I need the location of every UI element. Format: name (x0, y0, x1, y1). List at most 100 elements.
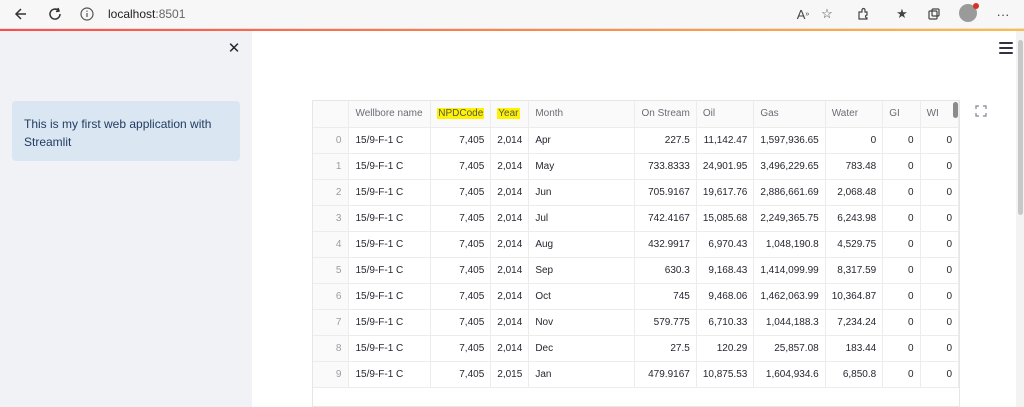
table-cell[interactable]: 630.3 (634, 257, 697, 284)
table-cell[interactable]: 2,249,365.75 (753, 205, 826, 232)
table-cell[interactable]: 7,405 (430, 153, 492, 180)
table-cell[interactable]: Jun (528, 179, 636, 206)
table-row[interactable]: 4 15/9-F-1 C 7,405 2,014 Aug 432.9917 6,970.43… (313, 231, 959, 258)
table-cell[interactable]: 1,597,936.65 (753, 127, 826, 154)
collections-icon[interactable] (924, 4, 944, 24)
table-cell[interactable]: May (528, 153, 636, 180)
table-cell[interactable]: 11,142.47 (696, 127, 755, 154)
table-cell[interactable]: Dec (528, 335, 636, 362)
table-cell[interactable]: 0 (882, 283, 921, 310)
extensions-icon[interactable] (853, 4, 873, 24)
page-scrollbar-thumb[interactable] (1018, 40, 1023, 215)
table-cell[interactable]: 2,014 (490, 231, 530, 258)
url-text[interactable]: localhost:8501 (108, 7, 185, 21)
table-cell[interactable]: 0 (882, 127, 921, 154)
table-cell[interactable]: 0 (882, 257, 921, 284)
table-cell[interactable]: 15/9-F-1 C (348, 231, 432, 258)
table-cell[interactable]: 9,168.43 (696, 257, 755, 284)
table-cell[interactable]: 1,044,188.3 (753, 309, 826, 336)
table-cell[interactable]: 733.8333 (634, 153, 697, 180)
table-cell[interactable]: Oct (528, 283, 636, 310)
table-cell[interactable]: 15/9-F-1 C (348, 283, 432, 310)
table-cell[interactable]: 24,901.95 (696, 153, 755, 180)
table-cell[interactable]: 0 (882, 179, 921, 206)
table-cell[interactable]: 27.5 (634, 335, 697, 362)
table-row[interactable]: 2 15/9-F-1 C 7,405 2,014 Jun 705.9167 19,617.7… (313, 179, 959, 206)
column-header[interactable]: On Stream (634, 101, 697, 128)
table-cell[interactable]: 0 (920, 179, 959, 206)
read-aloud-icon[interactable]: A» (793, 4, 813, 24)
table-cell[interactable]: 2,014 (490, 153, 530, 180)
column-header[interactable]: Month (528, 101, 636, 128)
table-cell[interactable]: 1,604,934.6 (753, 361, 826, 388)
table-row[interactable]: 3 15/9-F-1 C 7,405 2,014 Jul 742.4167 15,085.6… (313, 205, 959, 232)
table-cell[interactable]: 2,014 (490, 309, 530, 336)
table-cell[interactable]: 783.48 (825, 153, 884, 180)
table-cell[interactable]: 15/9-F-1 C (348, 205, 432, 232)
table-cell[interactable]: 15/9-F-1 C (348, 179, 432, 206)
table-cell[interactable]: 1,462,063.99 (753, 283, 826, 310)
table-cell[interactable]: 19,617.76 (696, 179, 755, 206)
table-cell[interactable]: 7,405 (430, 257, 492, 284)
table-cell[interactable]: 7,405 (430, 231, 492, 258)
table-cell[interactable]: 2,014 (490, 179, 530, 206)
table-cell[interactable]: 0 (882, 231, 921, 258)
table-row[interactable]: 9 15/9-F-1 C 7,405 2,015 Jan 479.9167 10,875.5… (313, 361, 959, 388)
column-header[interactable]: Oil (696, 101, 755, 128)
table-cell[interactable]: 15,085.68 (696, 205, 755, 232)
column-header[interactable]: NPDCode (430, 101, 492, 128)
close-icon[interactable]: ✕ (226, 40, 242, 57)
table-cell[interactable]: 7,405 (430, 179, 492, 206)
table-cell[interactable]: 0 (920, 153, 959, 180)
table-cell[interactable]: 15/9-F-1 C (348, 257, 432, 284)
table-cell[interactable]: 4,529.75 (825, 231, 884, 258)
table-cell[interactable]: 0 (882, 361, 921, 388)
more-icon[interactable]: ··· (993, 4, 1013, 24)
table-cell[interactable]: 2,068.48 (825, 179, 884, 206)
table-cell[interactable]: 7,405 (430, 283, 492, 310)
table-cell[interactable]: 227.5 (634, 127, 697, 154)
table-cell[interactable]: 2,014 (490, 335, 530, 362)
table-cell[interactable]: Sep (528, 257, 636, 284)
table-cell[interactable]: 7,405 (430, 205, 492, 232)
table-cell[interactable]: 0 (920, 231, 959, 258)
column-header[interactable]: GI (882, 101, 921, 128)
refresh-icon[interactable] (43, 3, 67, 25)
table-cell[interactable]: 2,015 (490, 361, 530, 388)
table-cell[interactable]: 0 (920, 127, 959, 154)
table-cell[interactable]: 7,234.24 (825, 309, 884, 336)
table-cell[interactable]: Apr (528, 127, 636, 154)
table-cell[interactable]: 0 (920, 335, 959, 362)
table-scrollbar[interactable] (953, 102, 958, 118)
dataframe[interactable]: Wellbore name NPDCode Year Month On Stream Oi… (312, 100, 960, 407)
table-cell[interactable]: 183.44 (825, 335, 884, 362)
table-cell[interactable]: 7,405 (430, 309, 492, 336)
table-cell[interactable]: 15/9-F-1 C (348, 309, 432, 336)
table-cell[interactable]: 6,243.98 (825, 205, 884, 232)
table-cell[interactable]: 742.4167 (634, 205, 697, 232)
favorites-icon[interactable]: ★ (892, 4, 912, 24)
table-cell[interactable]: 2,014 (490, 257, 530, 284)
column-header[interactable]: Wellbore name (348, 101, 432, 128)
table-row[interactable]: 7 15/9-F-1 C 7,405 2,014 Nov 579.775 6,710.33 1… (313, 309, 959, 336)
table-cell[interactable]: 15/9-F-1 C (348, 335, 432, 362)
table-cell[interactable]: Jul (528, 205, 636, 232)
table-cell[interactable]: 15/9-F-1 C (348, 127, 432, 154)
table-cell[interactable]: 0 (920, 257, 959, 284)
column-header[interactable]: Year (490, 101, 530, 128)
table-cell[interactable]: 0 (825, 127, 884, 154)
table-row[interactable]: 6 15/9-F-1 C 7,405 2,014 Oct 745 9,468.06 1,462… (313, 283, 959, 310)
table-cell[interactable]: 7,405 (430, 127, 492, 154)
table-cell[interactable]: 6,710.33 (696, 309, 755, 336)
table-cell[interactable]: Jan (528, 361, 636, 388)
table-cell[interactable]: 0 (920, 205, 959, 232)
table-cell[interactable]: 6,850.8 (825, 361, 884, 388)
table-cell[interactable]: 6,970.43 (696, 231, 755, 258)
back-arrow-icon[interactable] (8, 3, 32, 25)
table-cell[interactable]: 7,405 (430, 361, 492, 388)
column-header[interactable]: Water (825, 101, 884, 128)
table-cell[interactable]: 0 (882, 205, 921, 232)
table-row[interactable]: 5 15/9-F-1 C 7,405 2,014 Sep 630.3 9,168.43 1,4… (313, 257, 959, 284)
table-cell[interactable]: 432.9917 (634, 231, 697, 258)
table-cell[interactable]: 705.9167 (634, 179, 697, 206)
